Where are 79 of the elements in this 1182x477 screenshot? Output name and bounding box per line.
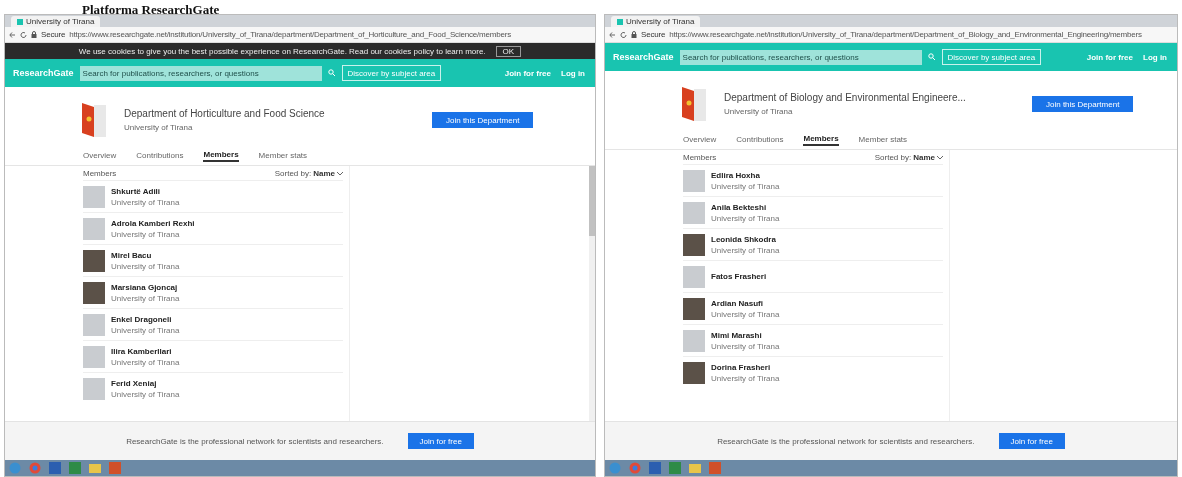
member-name[interactable]: Ferid Xeniaj xyxy=(111,378,180,388)
ok-button[interactable]: OK xyxy=(495,45,522,57)
member-institution: University of Tirana xyxy=(111,357,180,367)
sort-dropdown[interactable]: Name xyxy=(313,168,335,178)
sort-label: Sorted by: xyxy=(274,168,312,178)
institution-name[interactable]: University of Tirana xyxy=(724,107,1014,116)
member-name[interactable]: Edlira Hoxha xyxy=(711,170,780,180)
member-name[interactable]: Fatos Frasheri xyxy=(711,272,767,281)
member-name[interactable]: Leonida Shkodra xyxy=(711,234,780,244)
member-name[interactable]: Anila Bekteshi xyxy=(711,202,780,212)
browser-tab[interactable]: University of Tirana xyxy=(11,16,101,27)
member-institution: University of Tirana xyxy=(111,197,180,207)
scrollbar[interactable] xyxy=(589,166,595,421)
search-field[interactable]: Search for publications, researchers, or questions xyxy=(79,65,322,81)
sort-dropdown[interactable]: Name xyxy=(913,152,935,162)
page-caption: Platforma ResearchGate xyxy=(82,2,220,17)
member-name[interactable]: Marsiana Gjoncaj xyxy=(111,282,180,292)
start-orb-icon xyxy=(609,462,621,474)
caret-icon xyxy=(937,154,943,160)
member-name[interactable]: Mirel Bacu xyxy=(111,250,180,260)
member-institution: University of Tirana xyxy=(711,245,780,255)
member-name[interactable]: Enkel Dragoneli xyxy=(111,314,180,324)
member-institution: University of Tirana xyxy=(711,341,780,351)
member-name[interactable]: Shkurtë Adili xyxy=(111,186,180,196)
institution-name[interactable]: University of Tirana xyxy=(124,123,414,132)
member-name[interactable]: Dorina Frasheri xyxy=(711,362,780,372)
reload-icon xyxy=(620,30,627,39)
member-institution: University of Tirana xyxy=(111,325,180,335)
member-institution: University of Tirana xyxy=(711,213,780,223)
secure-label: Secure xyxy=(641,30,666,39)
page-tab[interactable]: Member stats xyxy=(258,149,308,162)
page-tab[interactable]: Overview xyxy=(83,149,117,162)
reload-icon xyxy=(20,30,27,39)
member-institution: University of Tirana xyxy=(711,181,780,191)
page-tab[interactable]: Members xyxy=(803,133,839,146)
caret-icon xyxy=(337,170,343,176)
start-orb-icon xyxy=(9,462,21,474)
back-arrow-icon xyxy=(9,30,16,39)
page-tab[interactable]: Overview xyxy=(683,133,717,146)
page-tab[interactable]: Contributions xyxy=(136,149,184,162)
member-institution: University of Tirana xyxy=(711,373,780,383)
page-tab[interactable]: Members xyxy=(203,149,239,162)
join-department-button[interactable]: Join this Department xyxy=(432,112,534,128)
lock-icon xyxy=(631,30,637,39)
favicon-icon xyxy=(617,18,623,25)
member-institution: University of Tirana xyxy=(111,261,180,271)
university-emblem-icon xyxy=(680,85,706,123)
secure-label: Secure xyxy=(41,30,66,39)
browser-tab[interactable]: University of Tirana xyxy=(611,16,701,27)
member-name[interactable]: Adrola Kamberi Rexhi xyxy=(111,218,195,228)
lock-icon xyxy=(31,30,37,39)
address-bar[interactable]: https://www.researchgate.net/institution/University_of_Tirana/department/Department_of_Horticulture_and_Food_Science/members xyxy=(69,30,511,39)
member-institution: University of Tirana xyxy=(111,293,180,303)
join-button[interactable]: Join for free xyxy=(407,433,474,449)
address-bar[interactable]: https://www.researchgate.net/institution/University_of_Tirana/department/Department_of_Biology_and_Environmental_Engineering/members xyxy=(669,30,1142,39)
search-icon xyxy=(927,53,936,61)
department-title: Department of Biology and Environmental Engineere... xyxy=(724,92,967,103)
department-title: Department of Horticulture and Food Science xyxy=(124,108,326,119)
university-emblem-icon xyxy=(80,101,106,139)
back-arrow-icon xyxy=(609,30,616,39)
members-heading: Members xyxy=(683,152,717,162)
join-button[interactable]: Join for free xyxy=(998,433,1065,449)
page-tab[interactable]: Member stats xyxy=(858,133,908,146)
member-institution: University of Tirana xyxy=(111,229,181,239)
join-department-button[interactable]: Join this Department xyxy=(1032,96,1134,112)
favicon-icon xyxy=(17,18,23,25)
signup-promo-text: ResearchGate is the professional network for scientists and researchers. xyxy=(717,436,975,446)
cookie-notice: We use cookies to give you the best possible experience on ResearchGate. Read our cookies policy to learn more. xyxy=(78,46,486,56)
sort-label: Sorted by: xyxy=(874,152,912,162)
member-name[interactable]: Mimi Marashi xyxy=(711,330,780,340)
member-name[interactable]: Ardian Nasufi xyxy=(711,298,780,308)
search-icon xyxy=(327,69,336,77)
member-name[interactable]: Ilira Kamberllari xyxy=(111,346,180,356)
members-heading: Members xyxy=(83,168,117,178)
page-tab[interactable]: Contributions xyxy=(736,133,784,146)
signup-promo-text: ResearchGate is the professional network for scientists and researchers. xyxy=(126,436,384,446)
member-institution: University of Tirana xyxy=(711,309,780,319)
member-institution: University of Tirana xyxy=(111,389,180,399)
search-field[interactable]: Search for publications, researchers, or questions xyxy=(679,49,922,65)
